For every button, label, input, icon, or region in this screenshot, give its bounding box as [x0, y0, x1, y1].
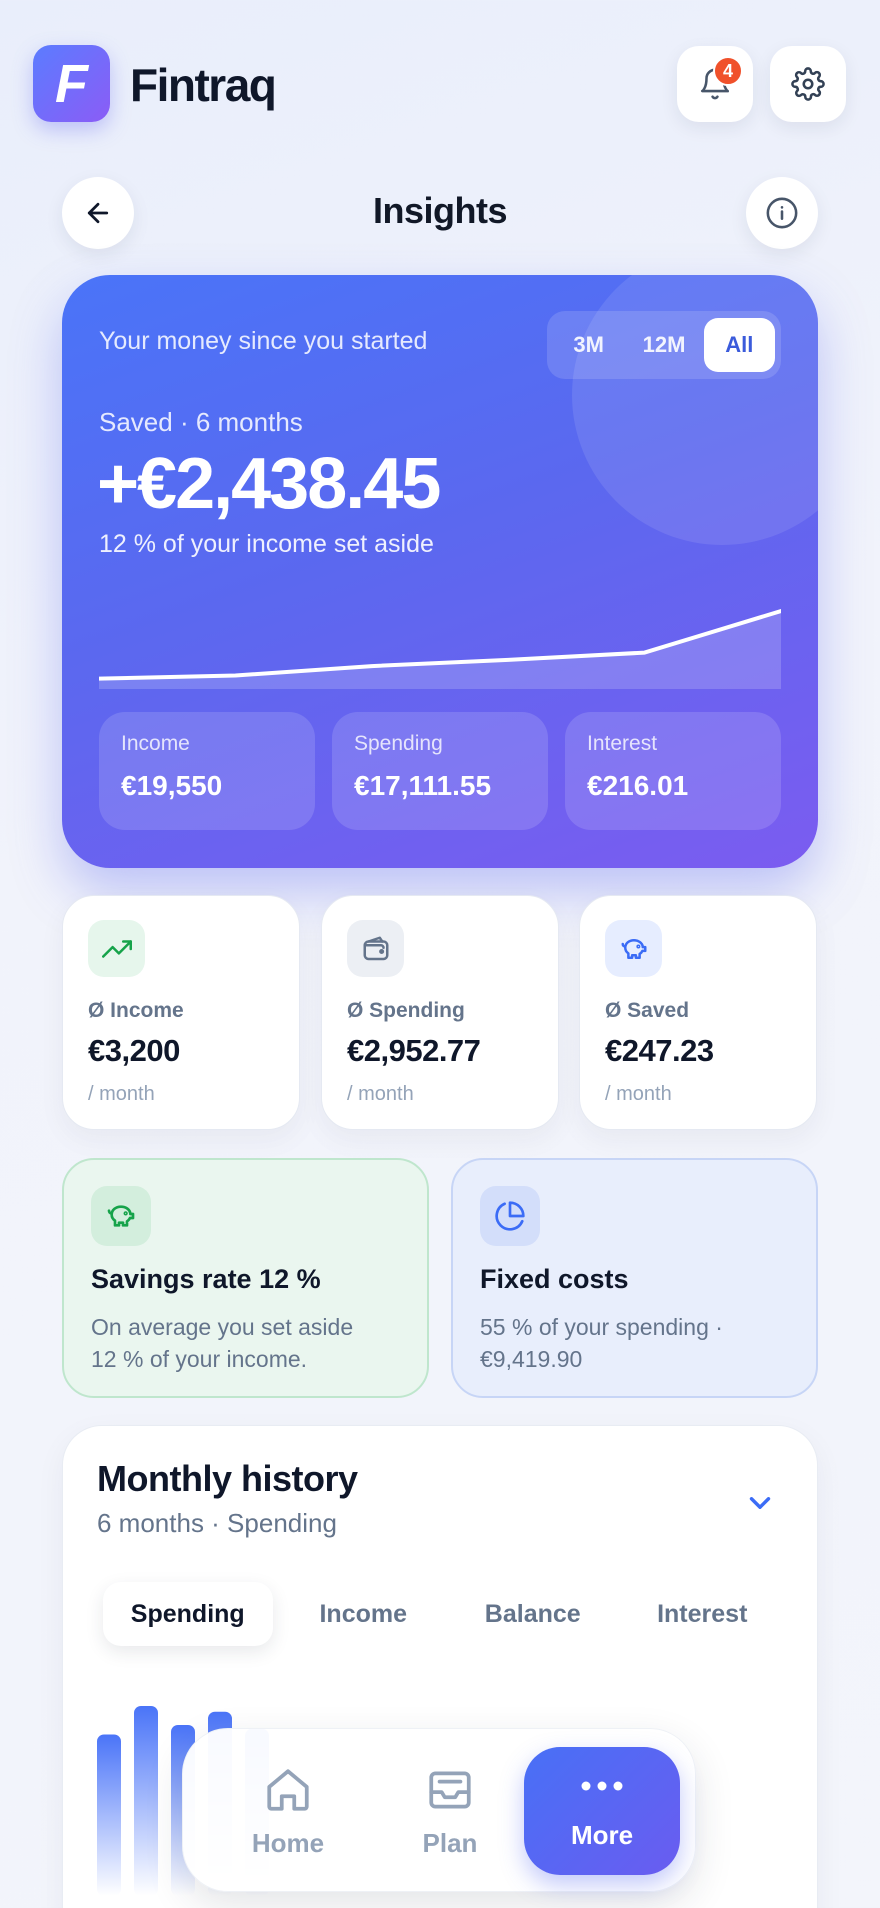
history-title: Monthly history	[97, 1458, 358, 1499]
fixed-costs-text: 55 % of your spending · €9,419.90	[480, 1311, 789, 1375]
history-bar[interactable]	[97, 1734, 121, 1897]
interest-stat-label: Interest	[587, 732, 658, 755]
interest-stat: Interest €216.01	[565, 712, 781, 830]
savings-rate-text-line: 12 % of your income.	[91, 1346, 308, 1372]
avg-income-card[interactable]: Ø Income €3,200 / month	[62, 895, 300, 1130]
range-selector: 3M 12M All	[547, 311, 781, 379]
bottom-nav: Home Plan More	[182, 1728, 696, 1892]
spending-stat-label: Spending	[354, 732, 443, 755]
income-stat-value: €19,550	[121, 770, 223, 801]
piggy-bank-icon	[605, 920, 662, 977]
more-dots-icon	[581, 1781, 623, 1791]
savings-trend-chart	[99, 609, 781, 689]
range-all-button[interactable]: All	[703, 318, 775, 372]
avg-saved-unit: / month	[605, 1083, 672, 1105]
gear-icon	[791, 67, 825, 101]
tab-income[interactable]: Income	[279, 1576, 449, 1652]
history-bar[interactable]	[134, 1706, 158, 1896]
home-icon	[267, 1769, 309, 1811]
spending-stat: Spending €17,111.55	[332, 712, 548, 830]
summary-label: Your money since you started	[99, 327, 428, 355]
nav-home-label: Home	[251, 1828, 325, 1858]
avg-saved-card[interactable]: Ø Saved €247.23 / month	[579, 895, 817, 1130]
avg-spending-card[interactable]: Ø Spending €2,952.77 / month	[321, 895, 559, 1130]
fixed-costs-card[interactable]: Fixed costs 55 % of your spending · €9,4…	[451, 1158, 818, 1398]
avg-spending-value: €2,952.77	[347, 1033, 481, 1068]
nav-home[interactable]: Home	[228, 1765, 348, 1859]
nav-more-label: More	[570, 1820, 634, 1850]
app-name: Fintraq	[130, 59, 277, 111]
avg-saved-value: €247.23	[605, 1033, 714, 1068]
avg-income-label: Ø Income	[88, 999, 184, 1022]
info-icon	[766, 197, 798, 229]
trending-up-icon	[88, 920, 145, 977]
settings-button[interactable]	[770, 46, 846, 122]
chevron-down-icon	[749, 1497, 771, 1509]
logo-letter: F	[55, 53, 88, 114]
piggy-bank-icon	[91, 1186, 151, 1246]
tab-balance[interactable]: Balance	[448, 1576, 618, 1652]
history-subtitle: 6 months · Spending	[97, 1508, 337, 1538]
savings-rate-card[interactable]: Savings rate 12 % On average you set asi…	[62, 1158, 429, 1398]
avg-income-unit: / month	[88, 1083, 155, 1105]
fixed-costs-title: Fixed costs	[480, 1264, 629, 1294]
tab-interest[interactable]: Interest	[618, 1576, 788, 1652]
income-stat: Income €19,550	[99, 712, 315, 830]
pie-chart-icon	[480, 1186, 540, 1246]
spending-stat-value: €17,111.55	[354, 770, 492, 801]
saved-amount: +€2,438.45	[97, 444, 441, 524]
savings-rate-text: On average you set aside 12 % of your in…	[91, 1311, 400, 1375]
wallet-icon	[347, 920, 404, 977]
savings-rate-title: Savings rate 12 %	[91, 1264, 321, 1294]
income-stat-label: Income	[121, 732, 190, 755]
avg-spending-unit: / month	[347, 1083, 414, 1105]
nav-plan-label: Plan	[422, 1828, 478, 1858]
avg-income-value: €3,200	[88, 1033, 180, 1068]
tab-spending[interactable]: Spending	[103, 1582, 273, 1646]
savings-rate-text-line: On average you set aside	[91, 1314, 354, 1340]
avg-saved-label: Ø Saved	[605, 999, 690, 1022]
avg-spending-label: Ø Spending	[347, 999, 465, 1022]
notifications-button[interactable]: 4	[677, 46, 753, 122]
saved-period: Saved · 6 months	[99, 407, 303, 437]
history-tabs: Spending Income Balance Interest	[97, 1576, 787, 1652]
app-logo: F	[33, 45, 110, 122]
tray-icon	[429, 1771, 471, 1809]
info-button[interactable]	[746, 177, 818, 249]
nav-plan[interactable]: Plan	[390, 1765, 510, 1859]
nav-more[interactable]: More	[524, 1747, 680, 1875]
collapse-button[interactable]	[743, 1486, 777, 1525]
interest-stat-value: €216.01	[587, 770, 689, 801]
savings-summary-card: Your money since you started 3M 12M All …	[62, 275, 818, 868]
range-12m-button[interactable]: 12M	[628, 318, 699, 372]
saved-note: 12 % of your income set aside	[99, 530, 434, 558]
fixed-costs-text-line: 55 % of your spending ·	[480, 1314, 723, 1340]
notification-badge: 4	[713, 56, 743, 86]
range-3m-button[interactable]: 3M	[553, 318, 624, 372]
fixed-costs-text-line: €9,419.90	[480, 1346, 583, 1372]
